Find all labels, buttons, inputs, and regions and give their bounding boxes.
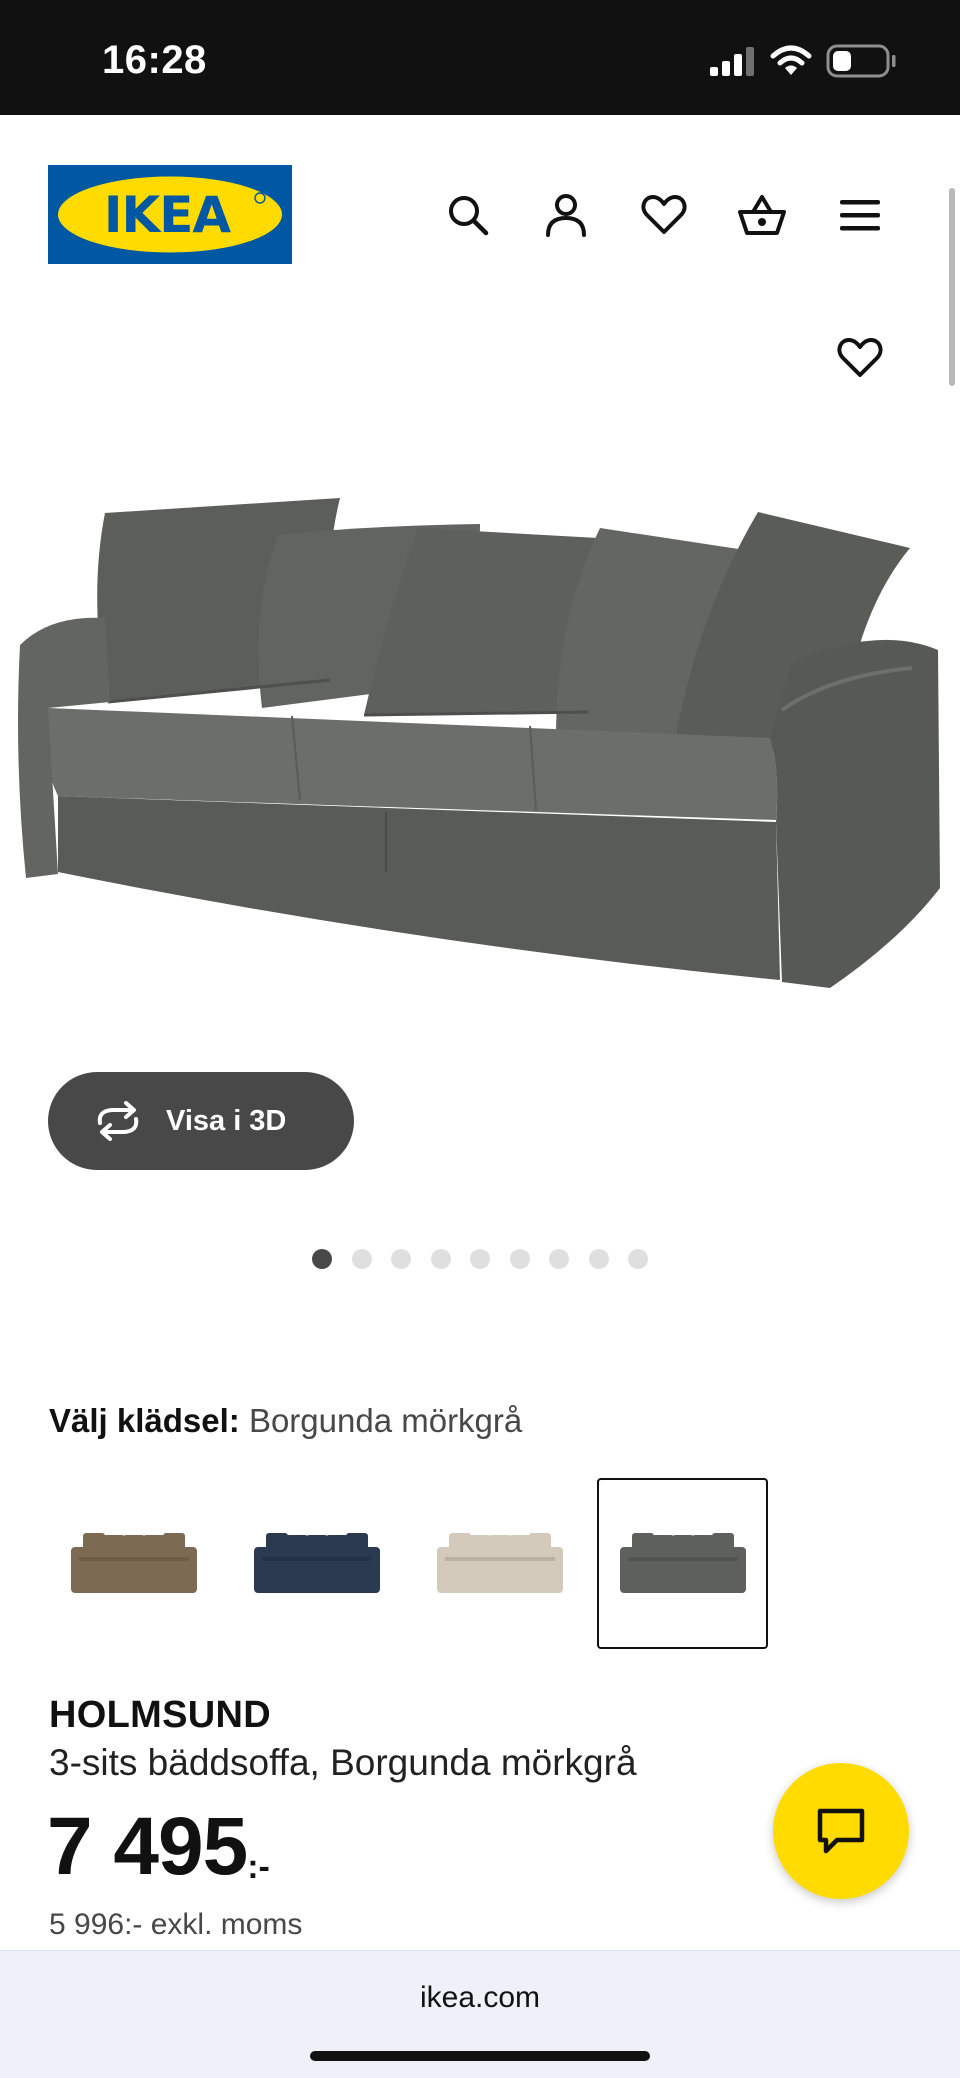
chat-icon [817, 1808, 865, 1854]
variant-selected-value: Borgunda mörkgrå [248, 1402, 523, 1439]
sofa-thumbnail [436, 1532, 563, 1593]
carousel-dot[interactable] [312, 1249, 332, 1269]
heart-icon [837, 338, 883, 377]
variant-label: Välj klädsel: [49, 1402, 240, 1439]
search-icon[interactable] [438, 185, 498, 245]
view-in-3d-label: Visa i 3D [166, 1104, 287, 1137]
account-icon[interactable] [536, 185, 596, 245]
image-carousel-dots [312, 1249, 648, 1269]
price-amount: 7 495 [47, 1801, 248, 1892]
browser-address-bar: ikea.com [0, 1950, 960, 2078]
battery-icon [826, 44, 896, 78]
svg-text:IKEA: IKEA [104, 186, 232, 244]
sofa-thumbnail [253, 1532, 380, 1593]
ikea-logo[interactable]: IKEA [48, 165, 292, 264]
carousel-dot[interactable] [430, 1249, 451, 1269]
wifi-icon [770, 45, 812, 75]
sofa-thumbnail [619, 1532, 746, 1593]
status-icons [708, 44, 896, 78]
home-indicator[interactable] [310, 2051, 650, 2061]
carousel-dot[interactable] [549, 1249, 569, 1269]
view-in-3d-button[interactable]: Visa i 3D [48, 1072, 354, 1170]
cellular-signal-icon [710, 47, 754, 76]
save-to-favourites-button[interactable] [830, 328, 890, 388]
site-header: IKEA [0, 115, 960, 295]
variant-swatch[interactable] [414, 1478, 585, 1649]
variant-swatch[interactable] [597, 1478, 768, 1649]
price-excluding-vat: 5 996:- exkl. moms [49, 1908, 303, 1941]
status-time: 16:28 [102, 38, 207, 82]
rotate-3d-icon [97, 1101, 139, 1141]
url-text[interactable]: ikea.com [0, 1981, 960, 2015]
basket-icon[interactable] [732, 185, 792, 245]
carousel-dot[interactable] [470, 1249, 490, 1269]
variant-swatch[interactable] [231, 1478, 402, 1649]
variant-swatch[interactable] [48, 1478, 219, 1649]
carousel-dot[interactable] [628, 1249, 648, 1269]
status-bar: 16:28 [0, 0, 960, 115]
carousel-dot[interactable] [391, 1249, 411, 1269]
product-name: HOLMSUND [49, 1694, 271, 1736]
chat-button[interactable] [773, 1763, 909, 1899]
carousel-dot[interactable] [509, 1249, 530, 1269]
product-price: 7 495 :- [47, 1806, 270, 1888]
menu-icon[interactable] [830, 185, 890, 245]
page-scrollbar[interactable] [949, 188, 955, 386]
variant-swatches [48, 1478, 768, 1649]
price-suffix: :- [247, 1848, 270, 1886]
heart-icon[interactable] [634, 185, 694, 245]
carousel-dot[interactable] [351, 1249, 372, 1269]
product-description: 3-sits bäddsoffa, Borgunda mörkgrå [49, 1742, 637, 1783]
variant-heading: Välj klädsel: Borgunda mörkgrå [49, 1402, 522, 1440]
sofa-thumbnail [70, 1532, 197, 1593]
product-image[interactable] [0, 440, 960, 1080]
carousel-dot[interactable] [588, 1249, 609, 1269]
